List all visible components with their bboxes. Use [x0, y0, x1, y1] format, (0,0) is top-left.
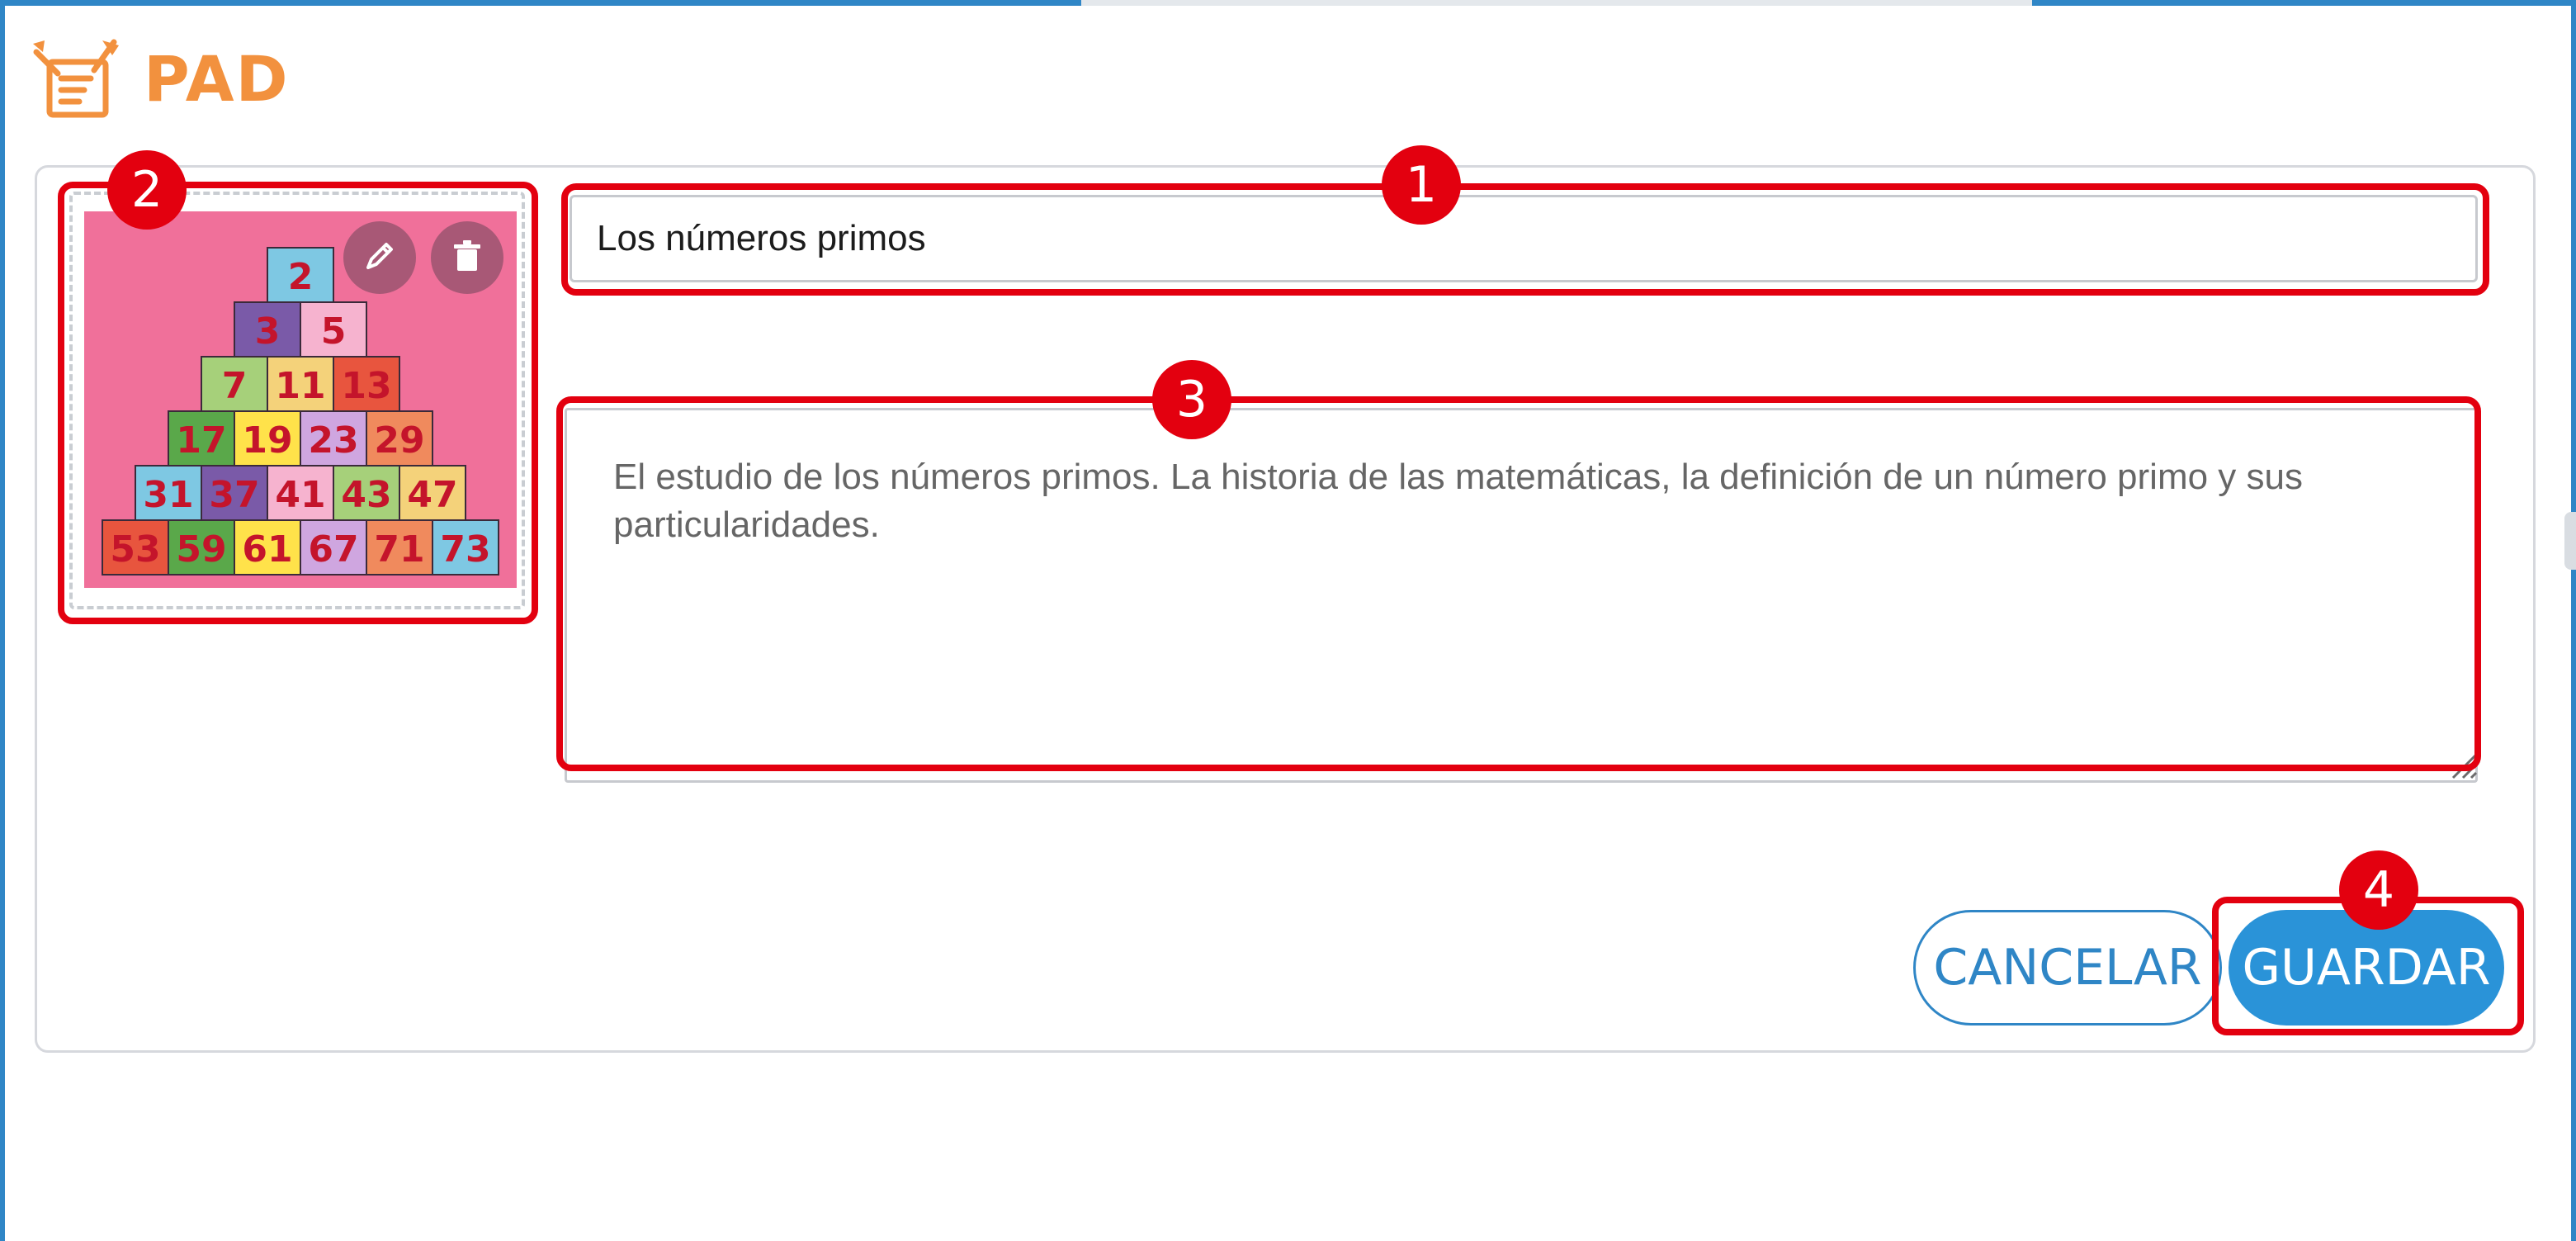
annotation-badge-1: 1 — [1382, 145, 1461, 225]
annotation-badge-3: 3 — [1152, 360, 1231, 439]
window-frame-right — [2571, 0, 2576, 1241]
side-handle[interactable] — [2564, 512, 2576, 570]
annotation-badge-2: 2 — [107, 150, 187, 230]
app-header: PAD — [33, 33, 290, 124]
window-frame-top — [0, 0, 1081, 6]
cancel-button[interactable]: CANCELAR — [1913, 910, 2222, 1025]
annotation-badge-4: 4 — [2339, 850, 2418, 930]
window-frame-top-tab — [1081, 0, 2032, 6]
annotation-box-thumbnail — [58, 182, 538, 624]
window-frame-left — [0, 0, 5, 1241]
annotation-box-description — [556, 396, 2481, 771]
app-title: PAD — [144, 41, 290, 116]
pad-logo-icon — [33, 37, 125, 120]
annotation-box-title — [561, 183, 2489, 296]
window-frame-top-right — [2032, 0, 2576, 6]
